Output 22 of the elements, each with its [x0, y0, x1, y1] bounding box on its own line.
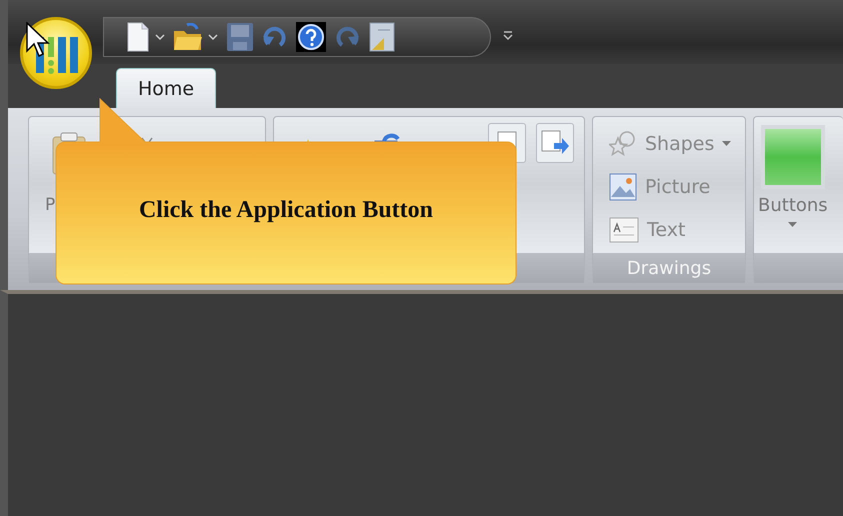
chevron-down-icon[interactable]: [155, 33, 165, 41]
text-box-icon: [609, 217, 639, 243]
folder-icon[interactable]: [173, 23, 203, 51]
shapes-icon: [609, 130, 637, 158]
chevron-down-icon[interactable]: [208, 33, 218, 41]
page-setup-icon[interactable]: [368, 22, 396, 52]
new-document-icon[interactable]: [126, 22, 150, 52]
ribbon-item[interactable]: Shapes: [607, 125, 745, 163]
ribbon-item[interactable]: Picture: [607, 168, 745, 206]
ribbon-item[interactable]: Text: [607, 211, 745, 249]
button-preview-icon: [760, 125, 825, 189]
ribbon-tab[interactable]: Home: [116, 68, 216, 108]
callout-text: Click the Application Button: [138, 197, 434, 224]
customize-toolbar-icon[interactable]: [503, 30, 513, 42]
dropdown-arrow-icon: [788, 222, 798, 228]
picture-icon: [609, 173, 637, 201]
buttons-button[interactable]: Buttons: [754, 117, 832, 253]
help-icon[interactable]: [296, 22, 326, 52]
group-label: Drawings: [626, 258, 712, 278]
ribbon-button[interactable]: [536, 123, 574, 163]
cursor-arrow-icon: [26, 22, 50, 58]
paste-label[interactable]: P: [45, 195, 56, 215]
